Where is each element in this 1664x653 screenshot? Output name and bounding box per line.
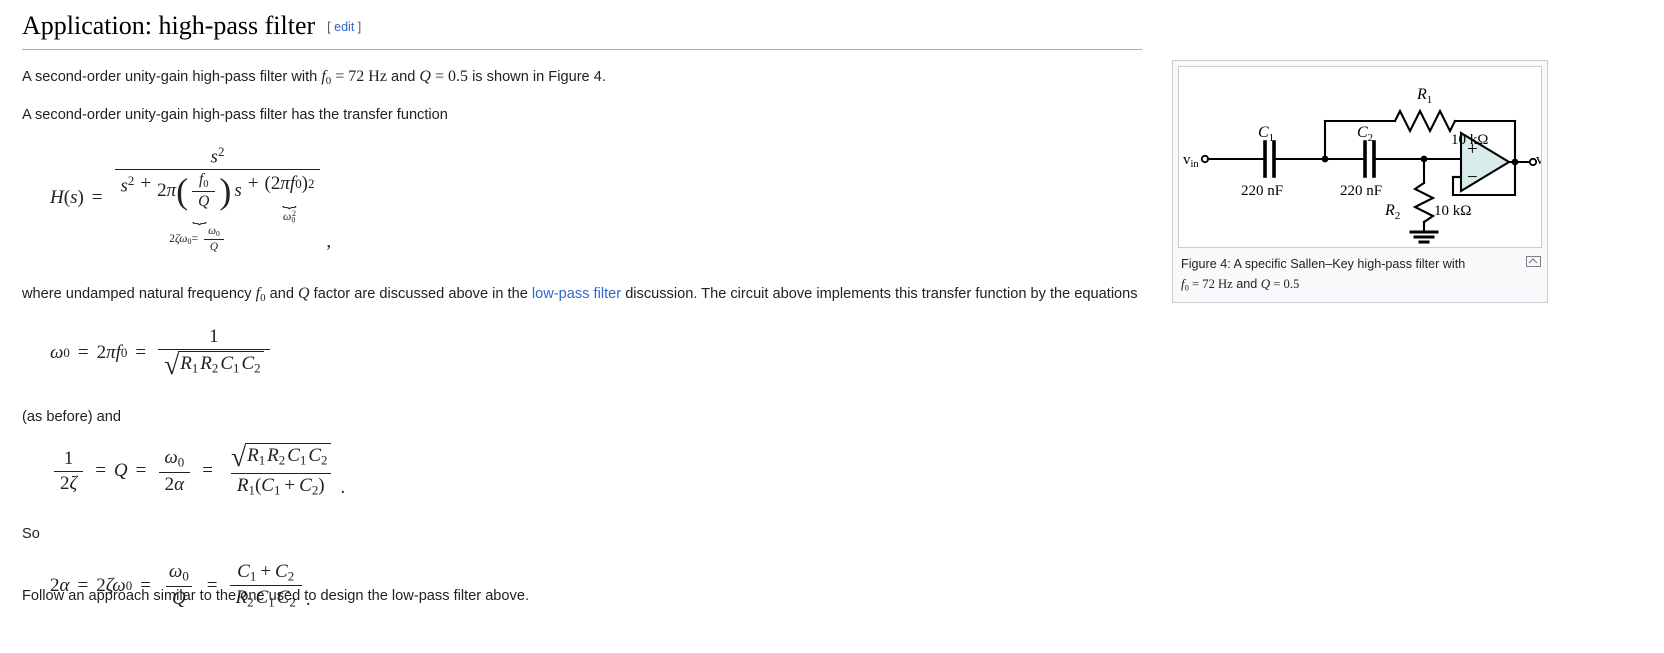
figure-caption-f0: f0 = 72 Hz (1181, 275, 1233, 293)
edit-bracket-close: ] (357, 20, 362, 34)
q-trailing-period: . (340, 477, 346, 499)
circuit-diagram[interactable]: + − vin vout C1 220 nF C2 220 nF R1 10 k… (1178, 66, 1542, 248)
c1-value-label: 220 nF (1241, 183, 1283, 199)
where-text-c: factor are discussed above in the (313, 286, 528, 303)
underbrace-damping: 2π ( f0 Q ) s ⏟ 2ζω0= ω0 Q (157, 171, 242, 254)
as-before-paragraph: (as before) and (22, 408, 121, 425)
article-content: Application: high-pass filter [ edit ] A … (22, 10, 1142, 611)
equation-transfer-function: H(s) = s2 s2 + 2π (f0 Q) s ⏟ 2ζω0= ω0 … (50, 143, 332, 254)
section-heading-text: Application: high-pass filter (22, 11, 316, 40)
where-paragraph: where undamped natural frequency f0 and … (22, 281, 1142, 308)
figure-caption: Figure 4: A specific Sallen–Key high-pas… (1173, 248, 1547, 302)
intro-text-b: is shown in Figure 4. (472, 68, 606, 85)
enlarge-icon[interactable] (1526, 256, 1541, 267)
edit-section-link[interactable]: [ edit ] (327, 20, 361, 34)
page-title: Application: high-pass filter [ edit ] (22, 10, 1142, 50)
junction-dot-a (1321, 155, 1329, 163)
equation-q-factor: 1 2ζ = Q = ω0 2α = √ R1 R2 C1 C2 R1(C1 +… (50, 443, 1142, 499)
vin-label: vin (1183, 152, 1199, 170)
where-text-d: discussion. The circuit above implements… (625, 286, 1138, 303)
inline-math-q: Q (298, 285, 310, 303)
transfer-fraction: s2 s2 + 2π ( f0 Q) s ⏟ 2ζω0= ω0 Q + (2… (114, 143, 321, 254)
underbrace-omega0-label: ω02 (283, 209, 296, 225)
omega0-denominator: √ R1 R2 C1 C2 (158, 348, 270, 380)
inline-math-f0: f0 (255, 285, 266, 305)
article-page: Application: high-pass filter [ edit ] A … (0, 0, 1664, 653)
equation-omega0: ω0 = 2πf0 = 1 √ R1 R2 C1 C2 (50, 326, 1142, 380)
c2-value-label: 220 nF (1340, 183, 1382, 199)
transfer-trailing-comma: , (326, 231, 332, 253)
inline-math-f0-value: f0 = 72 Hz (321, 67, 387, 87)
closing-paragraph: Follow an approach similar to the one us… (22, 587, 530, 604)
intro-text-a: A second-order unity-gain high-pass filt… (22, 68, 318, 85)
intro-paragraph: A second-order unity-gain high-pass filt… (22, 64, 1142, 91)
junction-dot-b (1420, 155, 1428, 163)
transfer-lead-paragraph: A second-order unity-gain high-pass filt… (22, 107, 448, 124)
low-pass-filter-link[interactable]: low-pass filter (532, 286, 621, 302)
where-text-a: where undamped natural frequency (22, 286, 252, 303)
omega0-numerator: 1 (209, 325, 219, 347)
so-paragraph: So (22, 526, 40, 543)
junction-dot-out (1511, 158, 1519, 166)
figure-thumbnail[interactable]: + − vin vout C1 220 nF C2 220 nF R1 10 k… (1172, 60, 1548, 303)
edit-bracket-open: [ (327, 20, 331, 34)
transfer-denominator: s2 + 2π ( f0 Q ) s ⏟ 2ζω0= ω0 Q + (2 π … (114, 169, 321, 254)
r2-value-label: 10 kΩ (1434, 203, 1471, 219)
q-rhs-fraction: √ R1 R2 C1 C2 R1(C1 + C2) (225, 443, 337, 499)
r2-label: R2 (1384, 202, 1400, 222)
omega0-fraction: 1 √ R1 R2 C1 C2 (158, 326, 270, 380)
figure-caption-q: Q = 0.5 (1260, 275, 1300, 291)
opamp-minus-label: − (1467, 167, 1478, 188)
underbrace-omega0-squared: (2 π f 0) 2 ⏟ ω02 (264, 173, 315, 225)
vout-label: vout (1536, 152, 1542, 170)
underbrace-damping-label: 2ζω0= ω0 Q (169, 225, 230, 253)
figure-caption-and: and (1236, 276, 1258, 291)
sallen-key-circuit-svg: + − vin vout C1 220 nF C2 220 nF R1 10 k… (1183, 86, 1542, 244)
figure-caption-line1: Figure 4: A specific Sallen–Key high-pas… (1181, 257, 1466, 271)
q-lhs-fraction: 1 2ζ (54, 448, 84, 495)
intro-text-and: and (390, 68, 416, 85)
where-text-and: and (269, 286, 294, 303)
inline-math-q-value: Q = 0.5 (419, 67, 468, 85)
q-mid-fraction: ω0 2α (158, 447, 191, 496)
r1-label: R1 (1416, 86, 1432, 106)
r1-value-label: 10 kΩ (1451, 132, 1488, 148)
edit-link[interactable]: edit (334, 20, 354, 34)
transfer-numerator: s2 (210, 143, 225, 168)
